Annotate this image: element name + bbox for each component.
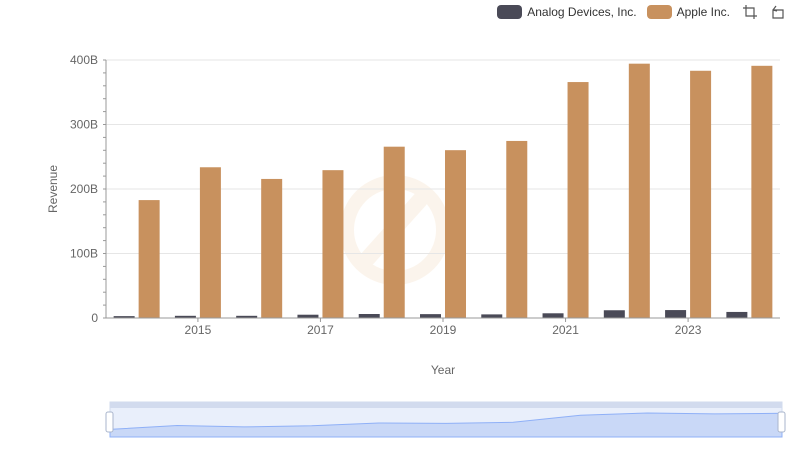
bar-apple-2019[interactable] (445, 150, 466, 318)
y-axis-label: Revenue (46, 165, 60, 213)
bar-analog-devices-2023[interactable] (665, 310, 687, 318)
x-tick-label: 2019 (430, 323, 457, 337)
bar-analog-devices-2024[interactable] (726, 311, 748, 318)
slider-handle-right[interactable] (777, 411, 786, 433)
bar-apple-2015[interactable] (199, 167, 221, 318)
bar-apple-2022[interactable] (628, 63, 650, 318)
chart: 0 100B 200B 300B 400B 2015 2017 2019 2021 2023 R… (46, 53, 786, 438)
data-zoom-slider[interactable] (105, 401, 786, 438)
x-tick-label: 2021 (552, 323, 579, 337)
slider-top-bar (110, 402, 782, 408)
bar-analog-devices-2021[interactable] (542, 313, 564, 318)
y-tick-label: 200B (70, 182, 98, 196)
x-tick-label: 2015 (185, 323, 212, 337)
y-tick-label: 400B (70, 53, 98, 67)
x-tick-label: 2017 (307, 323, 334, 337)
y-tick-label: 100B (70, 247, 98, 261)
bar-apple-2017[interactable] (322, 170, 344, 318)
x-tick-label: 2023 (675, 323, 702, 337)
bars (113, 63, 773, 319)
bar-apple-2024[interactable] (751, 65, 773, 319)
y-tick-label: 0 (91, 311, 98, 325)
y-axis: 0 100B 200B 300B 400B (70, 53, 107, 325)
bar-analog-devices-2020[interactable] (481, 314, 503, 318)
bar-apple-2021[interactable] (567, 82, 589, 319)
slider-handle-left[interactable] (105, 411, 114, 433)
x-axis: 2015 2017 2019 2021 2023 (106, 317, 780, 337)
bar-analog-devices-2022[interactable] (603, 310, 625, 318)
bar-analog-devices-2018[interactable] (358, 314, 380, 318)
bar-apple-2016[interactable] (261, 178, 283, 318)
bar-apple-2018[interactable] (383, 146, 405, 318)
bar-apple-2023[interactable] (690, 70, 712, 318)
x-axis-label: Year (431, 363, 455, 377)
bar-analog-devices-2019[interactable] (420, 314, 441, 318)
bar-apple-2014[interactable] (138, 200, 160, 318)
bar-apple-2020[interactable] (506, 140, 528, 318)
y-tick-label: 300B (70, 118, 98, 132)
